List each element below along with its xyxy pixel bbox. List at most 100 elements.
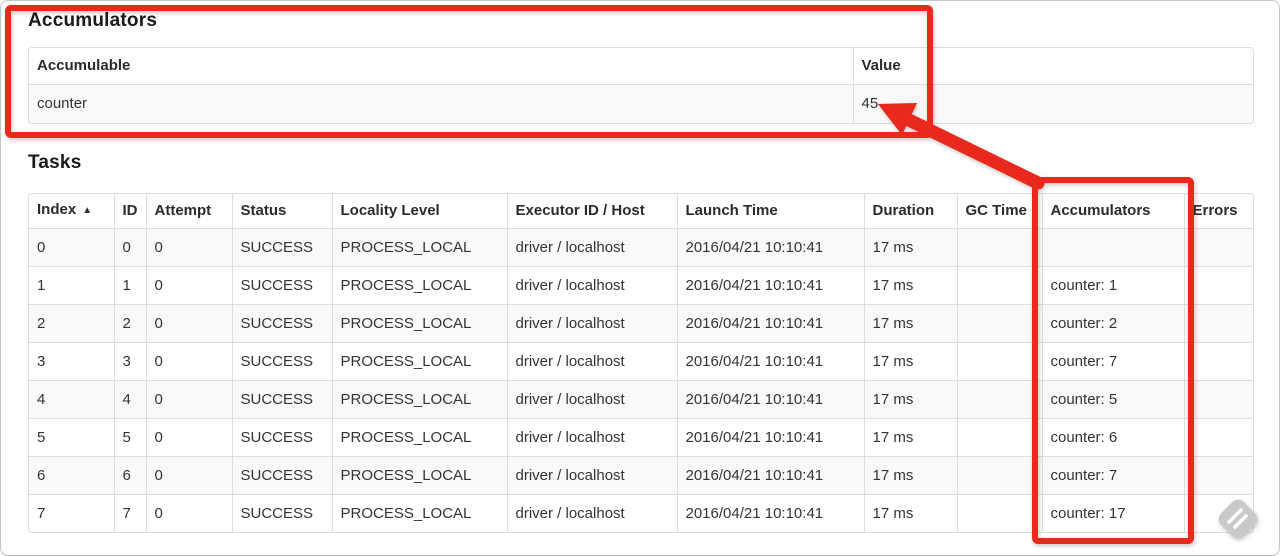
- table-row: 3 3 0 SUCCESS PROCESS_LOCAL driver / localhos…: [29, 342, 1253, 381]
- column-header-value[interactable]: Value: [853, 48, 1253, 85]
- table-row: 5 5 0 SUCCESS PROCESS_LOCAL driver / localhos…: [29, 418, 1253, 457]
- table-row: counter 45: [29, 84, 1253, 123]
- cell-attempt: 0: [146, 494, 233, 532]
- cell-attempt: 0: [146, 342, 233, 381]
- cell-gc-time: [957, 380, 1043, 419]
- cell-launch-time: 2016/04/21 10:10:41: [677, 494, 865, 532]
- cell-accumulable: counter: [29, 84, 854, 123]
- column-header-errors[interactable]: Errors: [1184, 194, 1253, 229]
- cell-launch-time: 2016/04/21 10:10:41: [677, 266, 865, 305]
- cell-executor-id-host: driver / localhost: [507, 266, 678, 305]
- cell-duration: 17 ms: [864, 304, 958, 343]
- cell-status: SUCCESS: [232, 418, 333, 457]
- column-header-executor-id-host[interactable]: Executor ID / Host: [507, 194, 678, 229]
- table-row: 7 7 0 SUCCESS PROCESS_LOCAL driver / localhos…: [29, 494, 1253, 532]
- column-header-accumulators[interactable]: Accumulators: [1042, 194, 1185, 229]
- cell-locality-level: PROCESS_LOCAL: [332, 266, 508, 305]
- cell-id: 1: [114, 266, 147, 305]
- column-header-locality-level[interactable]: Locality Level: [332, 194, 508, 229]
- cell-duration: 17 ms: [864, 266, 958, 305]
- cell-accumulators: counter: 17: [1042, 494, 1185, 532]
- column-header-attempt[interactable]: Attempt: [146, 194, 233, 229]
- cell-duration: 17 ms: [864, 494, 958, 532]
- cell-errors: [1184, 494, 1253, 532]
- cell-gc-time: [957, 304, 1043, 343]
- cell-locality-level: PROCESS_LOCAL: [332, 418, 508, 457]
- cell-accumulators: counter: 7: [1042, 456, 1185, 495]
- cell-status: SUCCESS: [232, 456, 333, 495]
- cell-index: 3: [29, 342, 115, 381]
- spark-stage-detail-page: Accumulators Accumulable Value counter 45 T…: [0, 0, 1280, 556]
- cell-status: SUCCESS: [232, 342, 333, 381]
- column-header-index[interactable]: Index ▲: [29, 194, 115, 229]
- cell-locality-level: PROCESS_LOCAL: [332, 342, 508, 381]
- column-header-launch-time[interactable]: Launch Time: [677, 194, 865, 229]
- column-header-gc-time[interactable]: GC Time: [957, 194, 1043, 229]
- cell-status: SUCCESS: [232, 494, 333, 532]
- cell-executor-id-host: driver / localhost: [507, 418, 678, 457]
- cell-accumulators: counter: 7: [1042, 342, 1185, 381]
- cell-attempt: 0: [146, 304, 233, 343]
- annotation-arrow-shaft: [904, 114, 1045, 190]
- tasks-section-heading: Tasks: [28, 152, 82, 173]
- cell-locality-level: PROCESS_LOCAL: [332, 304, 508, 343]
- cell-launch-time: 2016/04/21 10:10:41: [677, 228, 865, 267]
- cell-attempt: 0: [146, 228, 233, 267]
- cell-index: 4: [29, 380, 115, 419]
- cell-status: SUCCESS: [232, 380, 333, 419]
- cell-errors: [1184, 342, 1253, 381]
- sort-ascending-icon: ▲: [82, 205, 93, 216]
- cell-accumulators: counter: 1: [1042, 266, 1185, 305]
- cell-locality-level: PROCESS_LOCAL: [332, 228, 508, 267]
- cell-errors: [1184, 266, 1253, 305]
- table-row: 0 0 0 SUCCESS PROCESS_LOCAL driver / localhos…: [29, 228, 1253, 267]
- cell-locality-level: PROCESS_LOCAL: [332, 494, 508, 532]
- tasks-table: Index ▲ ID Attempt Status Locality Level Execu…: [28, 193, 1254, 533]
- cell-duration: 17 ms: [864, 418, 958, 457]
- cell-errors: [1184, 380, 1253, 419]
- column-header-status[interactable]: Status: [232, 194, 333, 229]
- column-header-label: GC Time: [965, 202, 1027, 219]
- cell-id: 3: [114, 342, 147, 381]
- cell-attempt: 0: [146, 418, 233, 457]
- column-header-label: Duration: [872, 202, 935, 219]
- column-header-label: Launch Time: [685, 202, 778, 219]
- column-header-label: Executor ID / Host: [515, 202, 645, 219]
- column-header-label: Status: [240, 202, 287, 219]
- column-header-id[interactable]: ID: [114, 194, 147, 229]
- column-header-label: Attempt: [154, 202, 212, 219]
- cell-accumulators: [1042, 228, 1185, 267]
- column-header-label: Locality Level: [340, 202, 440, 219]
- cell-duration: 17 ms: [864, 228, 958, 267]
- cell-gc-time: [957, 456, 1043, 495]
- cell-gc-time: [957, 266, 1043, 305]
- cell-executor-id-host: driver / localhost: [507, 304, 678, 343]
- column-header-duration[interactable]: Duration: [864, 194, 958, 229]
- table-row: 2 2 0 SUCCESS PROCESS_LOCAL driver / localhos…: [29, 304, 1253, 343]
- column-header-label: Value: [861, 57, 901, 74]
- cell-executor-id-host: driver / localhost: [507, 380, 678, 419]
- cell-executor-id-host: driver / localhost: [507, 228, 678, 267]
- cell-locality-level: PROCESS_LOCAL: [332, 380, 508, 419]
- cell-status: SUCCESS: [232, 266, 333, 305]
- column-header-label: Accumulators: [1050, 202, 1151, 219]
- header-row: Index ▲ ID Attempt Status Locality Level Execu…: [29, 194, 1253, 229]
- table-row: 4 4 0 SUCCESS PROCESS_LOCAL driver / localhos…: [29, 380, 1253, 419]
- column-header-accumulable[interactable]: Accumulable: [29, 48, 854, 85]
- cell-launch-time: 2016/04/21 10:10:41: [677, 304, 865, 343]
- cell-accumulators: counter: 6: [1042, 418, 1185, 457]
- cell-errors: [1184, 418, 1253, 457]
- cell-index: 1: [29, 266, 115, 305]
- cell-id: 0: [114, 228, 147, 267]
- cell-attempt: 0: [146, 266, 233, 305]
- cell-id: 2: [114, 304, 147, 343]
- column-header-label: Errors: [1192, 202, 1238, 219]
- accumulators-table: Accumulable Value counter 45: [28, 47, 1254, 124]
- cell-locality-level: PROCESS_LOCAL: [332, 456, 508, 495]
- cell-duration: 17 ms: [864, 380, 958, 419]
- cell-attempt: 0: [146, 456, 233, 495]
- cell-index: 7: [29, 494, 115, 532]
- column-header-label: Index: [37, 201, 77, 218]
- cell-duration: 17 ms: [864, 456, 958, 495]
- cell-status: SUCCESS: [232, 228, 333, 267]
